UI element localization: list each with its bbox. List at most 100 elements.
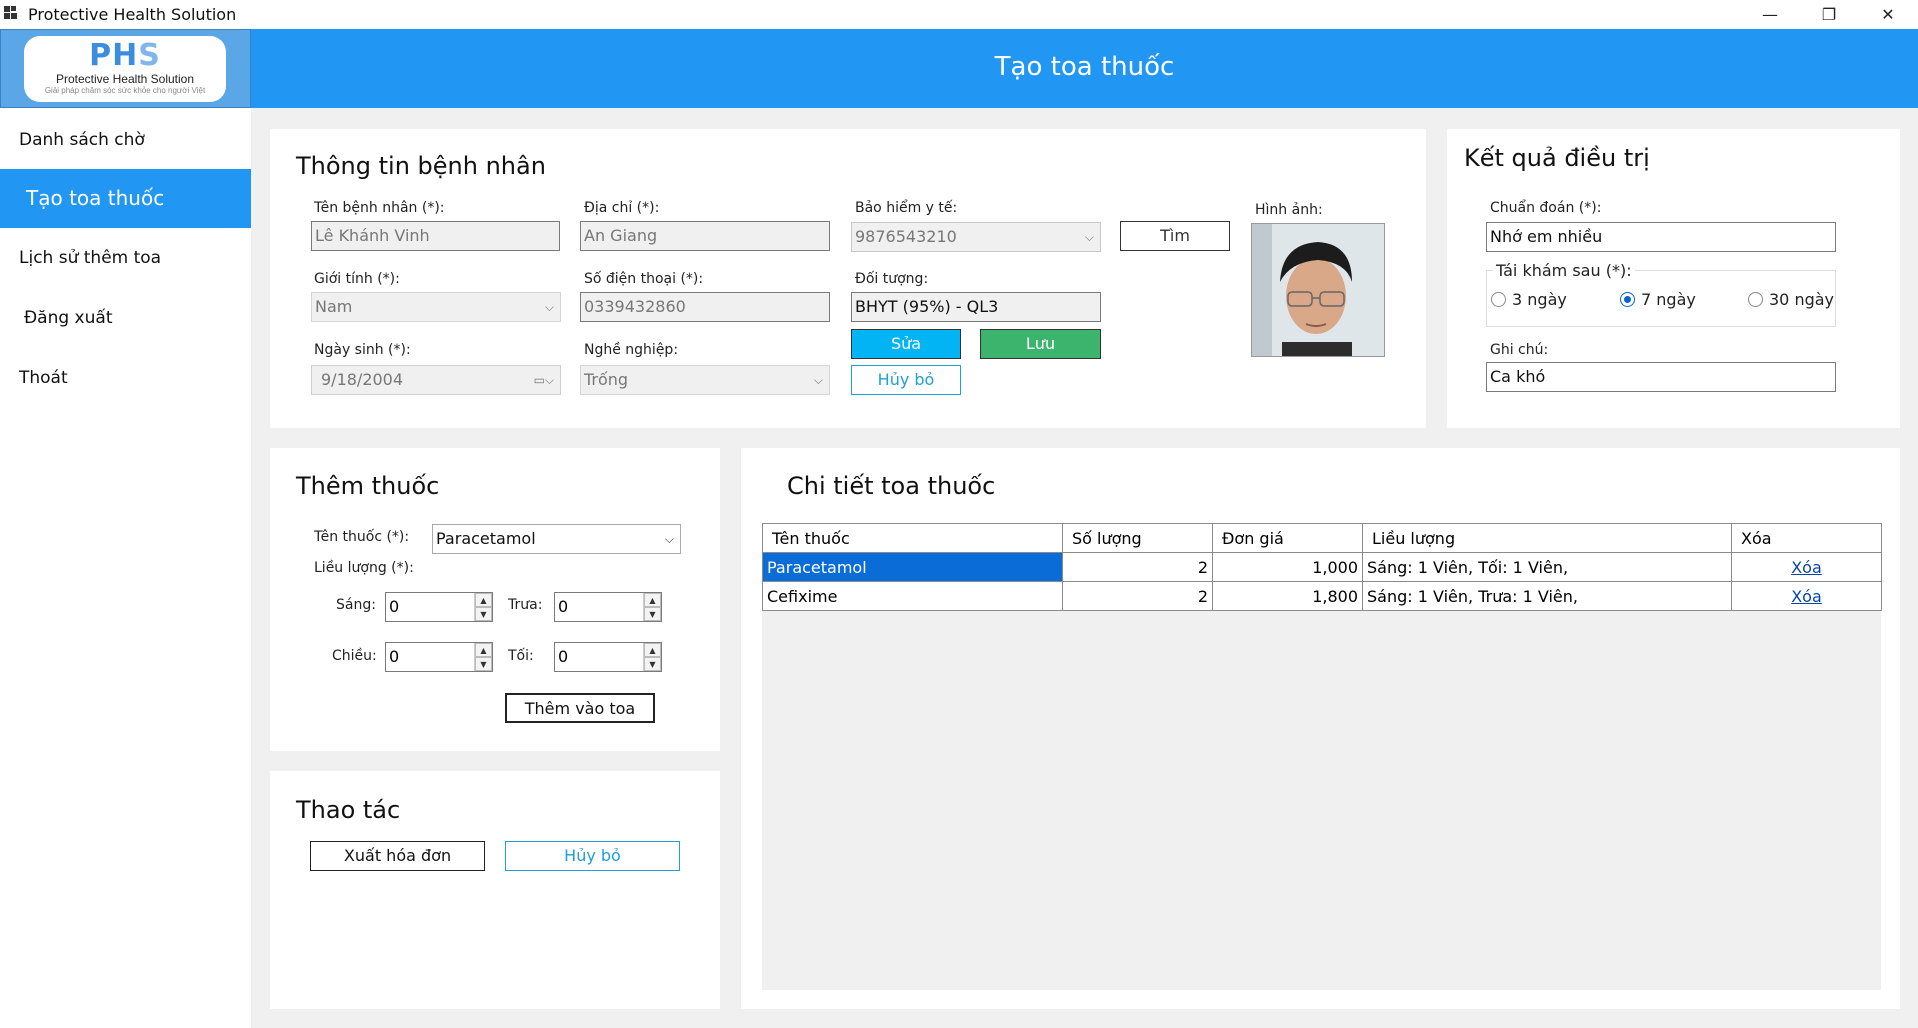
- dob-label: Ngày sinh (*):: [314, 342, 411, 358]
- address-label: Địa chỉ (*):: [584, 200, 660, 216]
- night-stepper[interactable]: 0 ▲ ▼: [554, 642, 662, 672]
- chevron-down-icon: ⌵: [664, 532, 674, 546]
- stepper-up-icon[interactable]: ▲: [644, 643, 661, 657]
- stepper-up-icon[interactable]: ▲: [644, 593, 661, 607]
- delete-link[interactable]: Xóa: [1791, 558, 1822, 577]
- column-header-drug[interactable]: Tên thuốc: [762, 523, 1063, 553]
- stepper-down-icon[interactable]: ▼: [644, 607, 661, 621]
- radio-icon: [1491, 292, 1506, 307]
- phone-label: Số điện thoại (*):: [584, 271, 704, 287]
- sidebar-item-waiting-list[interactable]: Danh sách chờ: [0, 120, 251, 160]
- sidebar-item-create-prescription[interactable]: Tạo toa thuốc: [0, 169, 251, 228]
- address-field[interactable]: An Giang: [580, 221, 830, 251]
- stepper-down-icon[interactable]: ▼: [644, 657, 661, 671]
- logo-name: Protective Health Solution: [55, 72, 195, 86]
- cell-delete: Xóa: [1731, 581, 1882, 611]
- gender-combo[interactable]: Nam ⌵: [311, 292, 561, 322]
- phone-field[interactable]: 0339432860: [580, 292, 830, 322]
- insurance-combo[interactable]: 9876543210 ⌵: [851, 222, 1101, 252]
- add-drug-title: Thêm thuốc: [296, 472, 440, 500]
- noon-label: Trưa:: [508, 597, 543, 613]
- night-label: Tối:: [508, 648, 534, 664]
- search-button[interactable]: Tìm: [1120, 221, 1230, 251]
- edit-button[interactable]: Sửa: [851, 329, 961, 359]
- object-field[interactable]: BHYT (95%) - QL3: [851, 292, 1101, 322]
- cell-delete: Xóa: [1731, 552, 1882, 582]
- drug-name-combo[interactable]: Paracetamol ⌵: [432, 524, 681, 554]
- column-header-dose[interactable]: Liều lượng: [1362, 523, 1732, 553]
- chevron-down-icon: ⌵: [1084, 230, 1094, 244]
- stepper-up-icon[interactable]: ▲: [475, 643, 492, 657]
- column-header-delete[interactable]: Xóa: [1731, 523, 1882, 553]
- sidebar-item-logout[interactable]: Đăng xuất: [0, 298, 251, 338]
- gender-label: Giới tính (*):: [314, 271, 400, 287]
- chevron-down-icon: ⌵: [813, 373, 823, 387]
- stepper-down-icon[interactable]: ▼: [475, 657, 492, 671]
- morning-stepper[interactable]: 0 ▲ ▼: [385, 592, 493, 622]
- app-icon: [4, 6, 20, 20]
- morning-label: Sáng:: [336, 597, 376, 613]
- patient-name-label: Tên bệnh nhân (*):: [314, 200, 445, 216]
- actions-title: Thao tác: [296, 796, 401, 824]
- note-label: Ghi chú:: [1490, 342, 1549, 358]
- object-label: Đối tượng:: [855, 271, 929, 287]
- note-field[interactable]: Ca khó: [1486, 362, 1836, 392]
- cell-qty[interactable]: 2: [1062, 581, 1213, 611]
- logo-tagline: Giải pháp chăm sóc sức khỏe cho người Vi…: [44, 86, 206, 95]
- afternoon-stepper[interactable]: 0 ▲ ▼: [385, 642, 493, 672]
- diagnosis-label: Chuẩn đoán (*):: [1490, 200, 1602, 216]
- save-button[interactable]: Lưu: [980, 329, 1101, 359]
- export-invoice-button[interactable]: Xuất hóa đơn: [310, 841, 485, 871]
- maximize-button[interactable]: ❐: [1801, 0, 1857, 29]
- cell-dose[interactable]: Sáng: 1 Viên, Trưa: 1 Viên,: [1362, 581, 1732, 611]
- chevron-down-icon: ⌵: [544, 300, 554, 314]
- dose-label: Liều lượng (*):: [314, 560, 414, 576]
- delete-link[interactable]: Xóa: [1791, 587, 1822, 606]
- stepper-down-icon[interactable]: ▼: [475, 607, 492, 621]
- patient-info-title: Thông tin bệnh nhân: [296, 152, 546, 180]
- cell-drug-name[interactable]: Paracetamol: [762, 552, 1063, 582]
- job-label: Nghề nghiệp:: [584, 342, 679, 358]
- job-combo[interactable]: Trống ⌵: [580, 365, 830, 395]
- cell-price[interactable]: 1,800: [1212, 581, 1363, 611]
- photo-label: Hình ảnh:: [1255, 202, 1323, 218]
- revisit-option-30-days[interactable]: 30 ngày: [1748, 290, 1834, 309]
- page-title: Tạo toa thuốc: [994, 52, 1175, 82]
- stepper-up-icon[interactable]: ▲: [475, 593, 492, 607]
- sidebar-item-history[interactable]: Lịch sử thêm toa: [0, 238, 251, 278]
- revisit-option-7-days[interactable]: 7 ngày: [1620, 290, 1696, 309]
- cell-dose[interactable]: Sáng: 1 Viên, Tối: 1 Viên,: [1362, 552, 1732, 582]
- close-button[interactable]: ✕: [1860, 0, 1916, 29]
- add-to-prescription-button[interactable]: Thêm vào toa: [505, 693, 655, 723]
- sidebar-item-exit[interactable]: Thoát: [0, 358, 251, 398]
- patient-photo: [1251, 223, 1385, 357]
- column-header-price[interactable]: Đơn giá: [1212, 523, 1363, 553]
- logo: PHS Protective Health Solution Giải pháp…: [24, 36, 226, 102]
- table-row[interactable]: Paracetamol 2 1,000 Sáng: 1 Viên, Tối: 1…: [762, 552, 1882, 582]
- patient-name-field[interactable]: Lê Khánh Vinh: [311, 221, 560, 251]
- column-header-qty[interactable]: Số lượng: [1062, 523, 1213, 553]
- table-row[interactable]: Cefixime 2 1,800 Sáng: 1 Viên, Trưa: 1 V…: [762, 581, 1882, 611]
- cell-price[interactable]: 1,000: [1212, 552, 1363, 582]
- radio-icon: [1748, 292, 1763, 307]
- minimize-button[interactable]: —: [1742, 0, 1798, 29]
- noon-stepper[interactable]: 0 ▲ ▼: [554, 592, 662, 622]
- prescription-title: Chi tiết toa thuốc: [787, 472, 996, 500]
- sidebar: Danh sách chờ Tạo toa thuốc Lịch sử thêm…: [0, 108, 251, 1028]
- revisit-option-3-days[interactable]: 3 ngày: [1491, 290, 1567, 309]
- cancel-button[interactable]: Hủy bỏ: [505, 841, 680, 871]
- cell-drug-name[interactable]: Cefixime: [762, 581, 1063, 611]
- cancel-edit-button[interactable]: Hủy bỏ: [851, 365, 961, 395]
- afternoon-label: Chiều:: [332, 648, 377, 664]
- treatment-result-title: Kết quả điều trị: [1464, 144, 1650, 172]
- dob-picker[interactable]: 9/18/2004 ▭⌵: [311, 365, 561, 395]
- prescription-table: Tên thuốc Số lượng Đơn giá Liều lượng Xó…: [762, 523, 1882, 611]
- table-header-row: Tên thuốc Số lượng Đơn giá Liều lượng Xó…: [762, 523, 1882, 553]
- window-title: Protective Health Solution: [28, 5, 237, 24]
- revisit-label: Tái khám sau (*):: [1493, 261, 1635, 280]
- radio-checked-icon: [1620, 292, 1635, 307]
- cell-qty[interactable]: 2: [1062, 552, 1213, 582]
- diagnosis-field[interactable]: Nhớ em nhiều: [1486, 222, 1836, 252]
- window-title-bar: Protective Health Solution — ❐ ✕: [0, 0, 1918, 29]
- calendar-icon: ▭⌵: [533, 373, 554, 387]
